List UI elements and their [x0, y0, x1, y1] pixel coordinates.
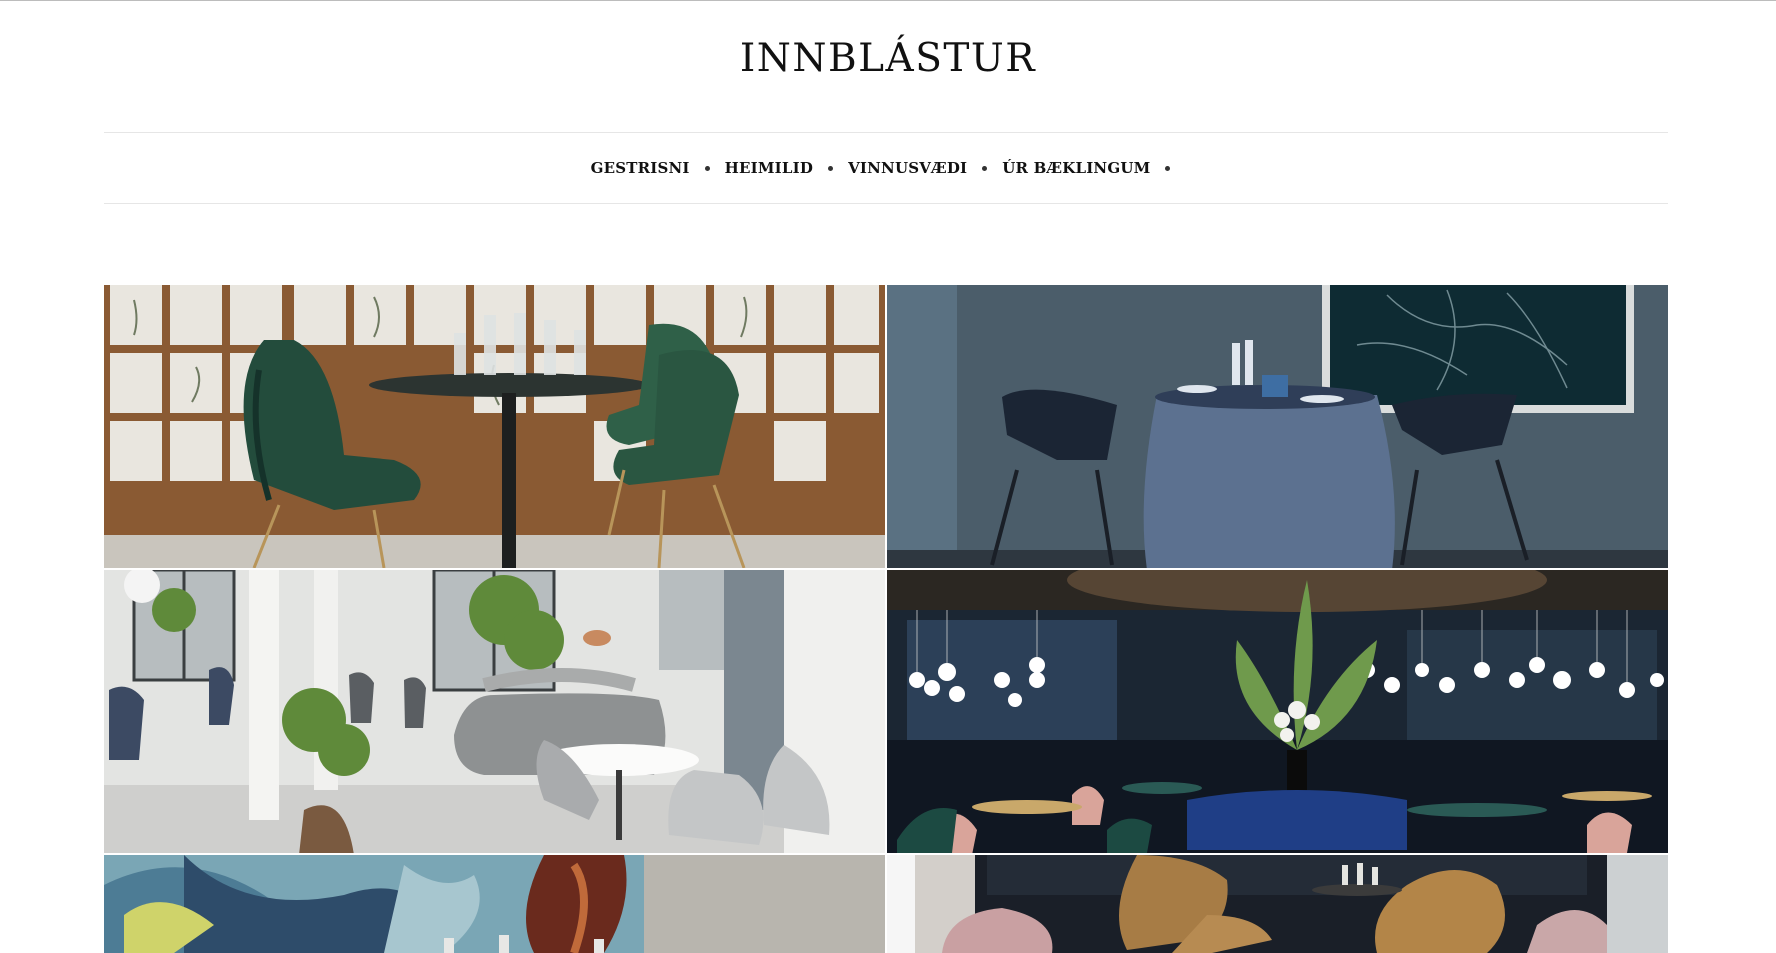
nav-item-ur-baeklingum[interactable]: ÚR BÆKLINGUM: [1002, 159, 1185, 177]
nav-bottom-divider: [104, 203, 1668, 204]
gallery-image-blue-dining[interactable]: [887, 285, 1668, 568]
gallery-image-graffiti-wall[interactable]: [104, 855, 885, 953]
gallery-image-globe-lights-dining[interactable]: [887, 570, 1668, 853]
site-title[interactable]: INNBLÁSTUR: [0, 36, 1776, 81]
gallery-image-green-chairs[interactable]: [104, 285, 885, 568]
bullet-separator-icon: [1165, 166, 1171, 171]
inspiration-gallery: [104, 285, 1668, 953]
nav-item-vinnusvaedi[interactable]: VINNUSVÆDI: [848, 159, 1002, 177]
nav-item-label: VINNUSVÆDI: [848, 158, 968, 177]
gallery-image-grey-sofa-restaurant[interactable]: [104, 570, 885, 853]
top-border: [0, 0, 1776, 1]
bullet-separator-icon: [704, 166, 710, 171]
nav-item-heimilid[interactable]: HEIMILID: [725, 159, 848, 177]
nav-item-label: ÚR BÆKLINGUM: [1002, 158, 1151, 177]
bullet-separator-icon: [982, 166, 988, 171]
nav-item-label: GESTRISNI: [590, 158, 690, 177]
nav-item-label: HEIMILID: [724, 158, 814, 177]
bullet-separator-icon: [828, 166, 834, 171]
main-navigation: GESTRISNI HEIMILID VINNUSVÆDI ÚR BÆKLING…: [0, 132, 1776, 203]
nav-item-gestrisni[interactable]: GESTRISNI: [591, 159, 725, 177]
gallery-image-lounge-chairs[interactable]: [887, 855, 1668, 953]
